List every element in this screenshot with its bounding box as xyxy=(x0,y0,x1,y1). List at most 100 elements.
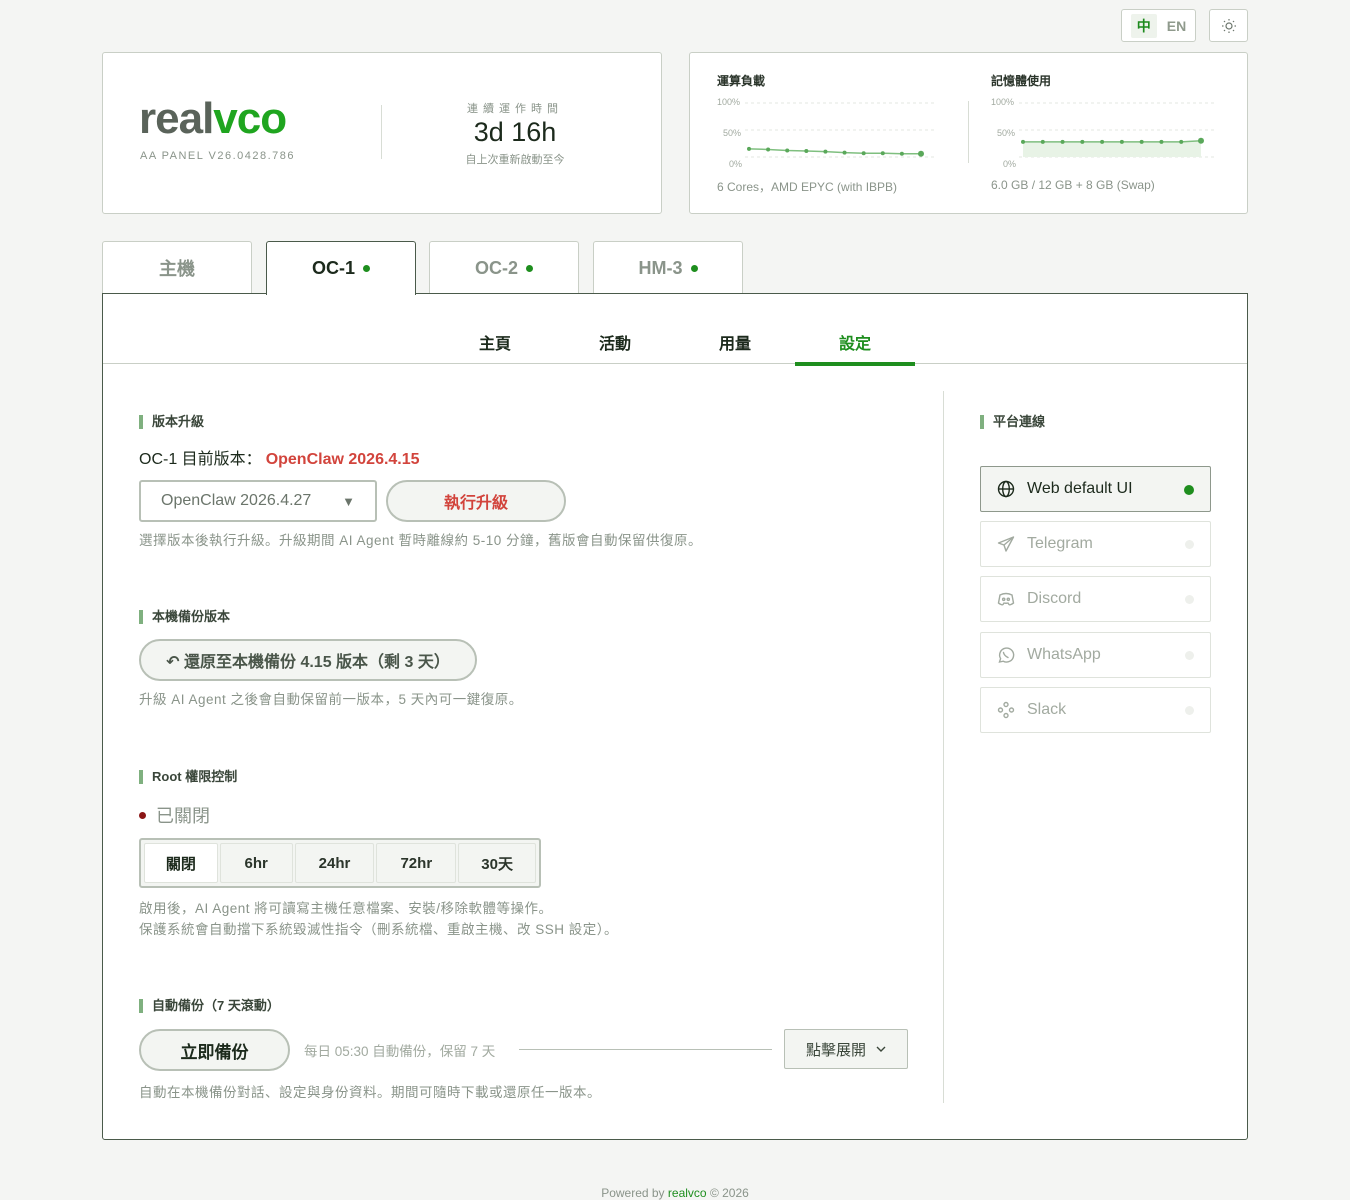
backup-schedule: 每日 05:30 自動備份，保留 7 天 xyxy=(304,1044,496,1059)
dropdown-arrow-icon: ▼ xyxy=(342,494,355,509)
root-help-2: 保護系統會自動擋下系統毀滅性指令（刪系統檔、重啟主機、改 SSH 設定）。 xyxy=(139,922,619,937)
section-title-platforms: 平台連線 xyxy=(980,415,1045,429)
divider xyxy=(943,391,944,1103)
current-version-label: OC-1 目前版本： xyxy=(139,451,262,468)
subtab-settings[interactable]: 設定 xyxy=(795,330,915,354)
status-dot xyxy=(1185,540,1194,549)
root-option-72hr[interactable]: 72hr xyxy=(376,843,457,883)
tab-oc-1[interactable]: OC-1 xyxy=(266,241,416,295)
root-option-6hr[interactable]: 6hr xyxy=(219,843,293,883)
footer: Powered by realvco © 2026 xyxy=(0,1186,1350,1200)
data-point xyxy=(804,149,809,154)
data-point xyxy=(1100,139,1105,144)
data-point xyxy=(747,146,751,151)
divider xyxy=(519,1049,772,1050)
root-status-text: 已關閉 xyxy=(156,806,210,826)
root-option-off[interactable]: 關閉 xyxy=(144,843,218,883)
platform-telegram[interactable]: Telegram xyxy=(980,521,1211,567)
cpu-footer: 6 Cores，AMD EPYC (with IBPB) xyxy=(717,180,898,194)
lang-en-option[interactable]: EN xyxy=(1167,18,1186,34)
data-point xyxy=(842,150,847,155)
upgrade-button[interactable]: 執行升級 xyxy=(386,480,566,522)
platform-web-ui[interactable]: Web default UI xyxy=(980,466,1211,512)
cpu-axis-0: 0% xyxy=(729,159,743,169)
current-version-line: OC-1 目前版本： OpenClaw 2026.4.15 xyxy=(139,445,420,469)
cpu-title: 運算負載 xyxy=(717,74,766,88)
data-point xyxy=(1179,139,1184,144)
status-dot xyxy=(1185,651,1194,660)
lang-zh-option[interactable]: 中 xyxy=(1130,13,1157,38)
root-option-30d[interactable]: 30天 xyxy=(458,843,537,883)
whatsapp-icon xyxy=(998,647,1015,663)
restore-backup-button[interactable]: ↶ 還原至本機備份 4.15 版本（剩 3 天） xyxy=(139,639,477,681)
uptime-value: 3d 16h xyxy=(473,117,557,147)
sun-icon xyxy=(1221,18,1236,33)
subtab-home[interactable]: 主頁 xyxy=(435,330,555,354)
cpu-axis-50: 50% xyxy=(723,128,742,138)
data-point xyxy=(785,148,790,153)
tab-oc-2[interactable]: OC-2 xyxy=(429,241,579,294)
subtab-activity[interactable]: 活動 xyxy=(555,330,675,354)
divider xyxy=(968,101,969,163)
series-line xyxy=(748,148,921,155)
platform-label: Web default UI xyxy=(1027,480,1133,497)
root-duration-selector: 關閉 6hr 24hr 72hr 30天 xyxy=(139,838,541,888)
auto-backup-help: 自動在本機備份對話、設定與身份資料。期間可隨時下載或還原任一版本。 xyxy=(139,1085,601,1100)
uptime-label: 連續運作時間 xyxy=(467,103,563,115)
platform-label: WhatsApp xyxy=(1027,646,1101,663)
data-point xyxy=(918,150,924,157)
mem-footer: 6.0 GB / 12 GB + 8 GB (Swap) xyxy=(991,178,1155,192)
root-status: 已關閉 xyxy=(139,802,210,828)
platform-label: Telegram xyxy=(1027,535,1093,552)
tab-label: OC-1 xyxy=(311,258,355,278)
data-point xyxy=(1159,139,1164,144)
platform-slack[interactable]: Slack xyxy=(980,687,1211,733)
data-point xyxy=(861,151,866,156)
data-point xyxy=(1060,139,1065,144)
brand-card: realvco AA PANEL V26.0428.786 連續運作時間 3d … xyxy=(102,52,662,214)
status-dot xyxy=(526,264,533,272)
data-point xyxy=(1040,139,1045,144)
local-backup-help: 升級 AI Agent 之後會自動保留前一版本，5 天內可一鍵復原。 xyxy=(139,692,523,707)
active-tab-indicator xyxy=(795,362,915,366)
status-dot xyxy=(690,264,698,272)
footer-brand-link[interactable]: realvco xyxy=(668,1186,707,1200)
chevron-down-icon xyxy=(876,1046,886,1052)
data-point xyxy=(880,151,885,156)
cpu-axis-100: 100% xyxy=(717,97,741,107)
root-option-24hr[interactable]: 24hr xyxy=(294,843,375,883)
data-point xyxy=(1198,137,1204,144)
root-help-1: 啟用後，AI Agent 將可讀寫主機任意檔案、安裝/移除軟體等操作。 xyxy=(139,901,553,916)
mem-axis-100: 100% xyxy=(991,97,1015,107)
version-select[interactable]: OpenClaw 2026.4.27 ▼ xyxy=(139,480,377,522)
status-dot xyxy=(139,811,146,819)
platform-whatsapp[interactable]: WhatsApp xyxy=(980,632,1211,678)
data-point xyxy=(823,149,828,154)
mem-sparkline xyxy=(1019,102,1215,158)
section-title-upgrade: 版本升級 xyxy=(139,415,204,429)
divider xyxy=(381,105,382,159)
footer-prefix: Powered by xyxy=(601,1186,665,1200)
backup-now-button[interactable]: 立即備份 xyxy=(139,1029,290,1071)
data-point xyxy=(1119,139,1124,144)
series-line xyxy=(1023,140,1202,143)
theme-toggle-button[interactable] xyxy=(1209,9,1248,42)
panel-version: AA PANEL V26.0428.786 xyxy=(140,150,296,162)
mem-axis-0: 0% xyxy=(1003,159,1017,169)
data-point xyxy=(899,151,904,156)
subtab-usage[interactable]: 用量 xyxy=(675,330,795,354)
series-area xyxy=(1023,140,1201,157)
footer-suffix: © 2026 xyxy=(709,1186,749,1200)
version-select-value: OpenClaw 2026.4.27 xyxy=(161,492,312,509)
status-dot xyxy=(1185,595,1194,604)
language-switch[interactable]: 中 EN xyxy=(1121,9,1196,42)
expand-backups-button[interactable]: 點擊展開 xyxy=(784,1029,908,1069)
data-point xyxy=(1080,139,1085,144)
tab-host[interactable]: 主機 xyxy=(102,241,252,294)
platform-discord[interactable]: Discord xyxy=(980,576,1211,622)
logo: realvco xyxy=(139,94,287,143)
tab-hm-3[interactable]: HM-3 xyxy=(593,241,743,294)
uptime-subtitle: 自上次重新啟動至今 xyxy=(465,154,565,166)
metrics-card: 運算負載 100% 50% 0% 6 Cores，AMD EPYC (with … xyxy=(689,52,1248,214)
mem-axis-50: 50% xyxy=(997,128,1016,138)
